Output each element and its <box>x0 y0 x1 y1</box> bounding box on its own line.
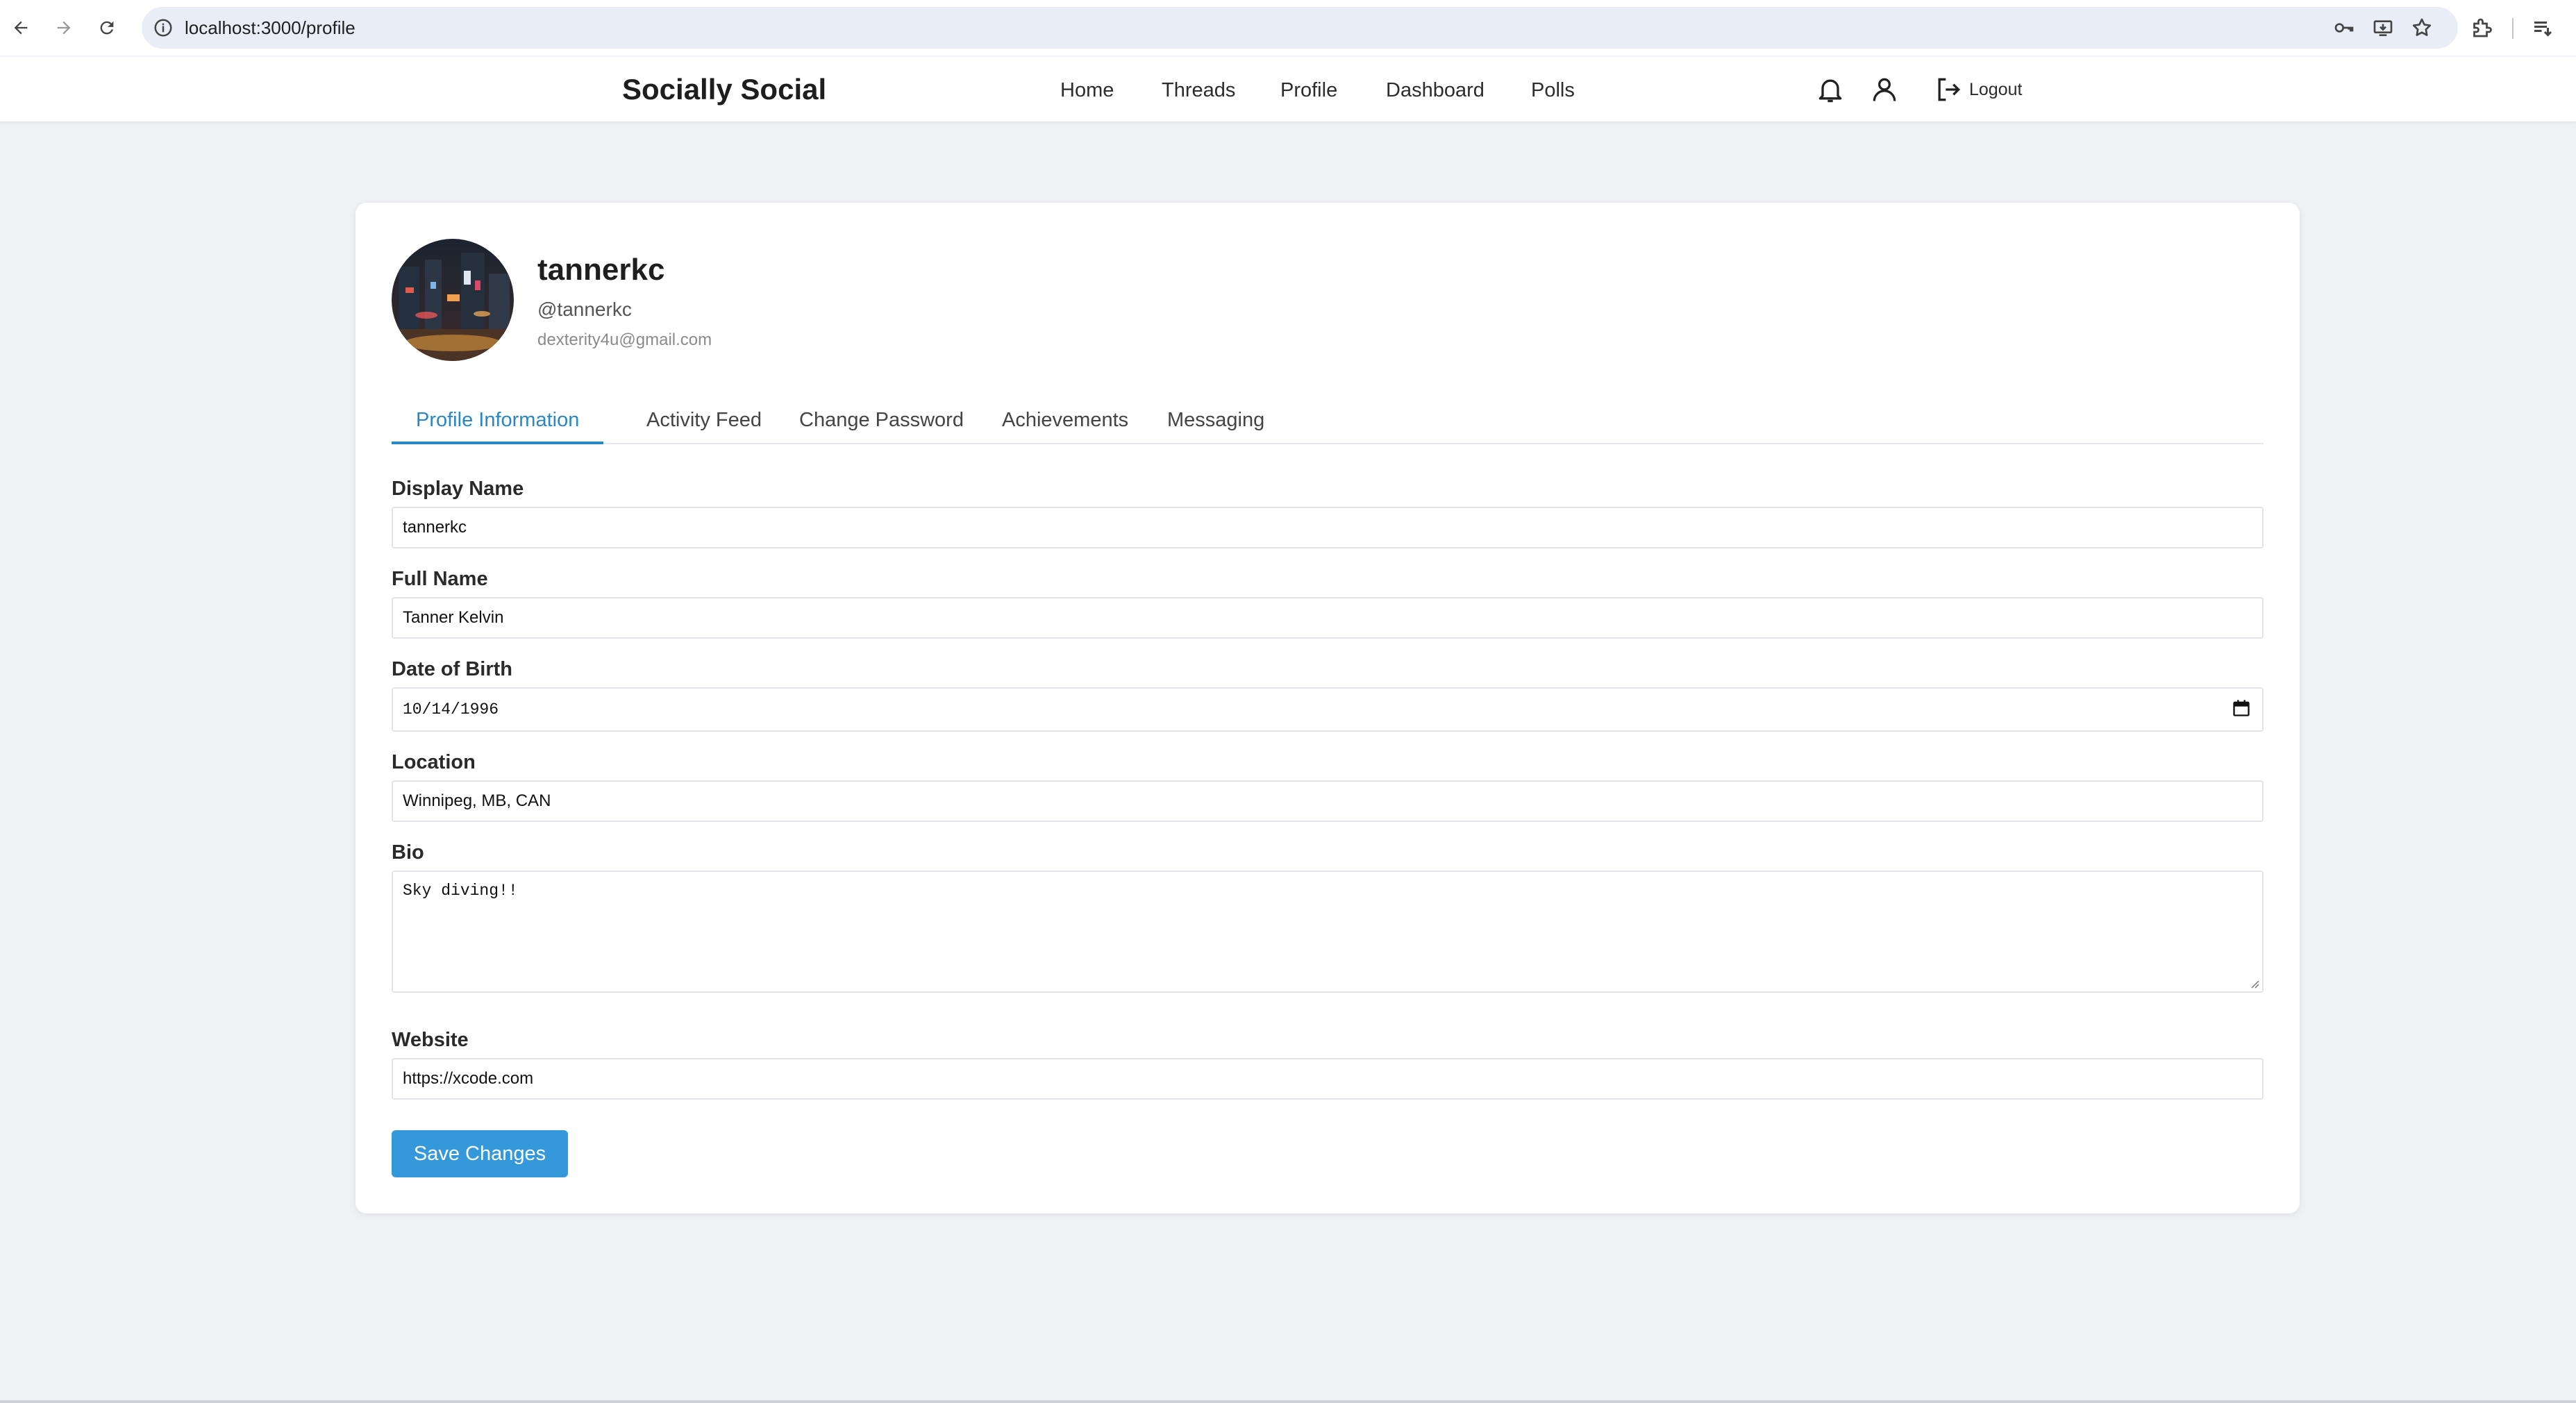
display-name-input[interactable]: tannerkc <box>392 507 2264 548</box>
location-input[interactable]: Winnipeg, MB, CAN <box>392 780 2264 822</box>
location-label: Location <box>392 751 476 773</box>
reading-list-icon[interactable] <box>2530 15 2555 40</box>
app-header: Socially Social Home Threads Profile Das… <box>0 57 2576 122</box>
bio-value: Sky diving!! <box>403 882 518 900</box>
browser-toolbar: localhost:3000/profile <box>0 0 2576 56</box>
logout-icon[interactable] <box>1933 74 1964 105</box>
tab-profile-information[interactable]: Profile Information <box>392 404 604 444</box>
toolbar-divider <box>2512 18 2514 39</box>
bookmark-star-icon[interactable] <box>2411 17 2433 39</box>
date-of-birth-value: 10/14/1996 <box>403 700 499 719</box>
profile-username: tannerkc <box>537 253 665 287</box>
install-app-icon[interactable] <box>2372 17 2394 39</box>
tab-messaging[interactable]: Messaging <box>1143 404 1289 444</box>
extensions-icon[interactable] <box>2469 15 2494 40</box>
address-bar[interactable]: localhost:3000/profile <box>142 7 2458 49</box>
logout-button[interactable]: Logout <box>1969 57 2022 122</box>
save-changes-button[interactable]: Save Changes <box>392 1130 568 1177</box>
nav-profile[interactable]: Profile <box>1280 57 1337 124</box>
tab-achievements[interactable]: Achievements <box>978 404 1153 444</box>
website-input[interactable]: https://xcode.com <box>392 1058 2264 1100</box>
window-bottom-edge <box>0 1400 2576 1403</box>
full-name-input[interactable]: Tanner Kelvin <box>392 597 2264 639</box>
reload-icon[interactable] <box>90 11 124 44</box>
calendar-icon[interactable] <box>2232 698 2251 718</box>
full-name-label: Full Name <box>392 568 488 590</box>
forward-icon[interactable] <box>47 11 81 44</box>
profile-handle: @tannerkc <box>537 299 632 320</box>
site-info-icon[interactable] <box>153 17 174 38</box>
tab-activity-feed[interactable]: Activity Feed <box>622 404 786 444</box>
date-of-birth-label: Date of Birth <box>392 658 512 680</box>
nav-dashboard[interactable]: Dashboard <box>1386 57 1484 124</box>
url-text[interactable]: localhost:3000/profile <box>185 7 356 49</box>
profile-email: dexterity4u@gmail.com <box>537 330 712 349</box>
tab-change-password[interactable]: Change Password <box>775 404 988 444</box>
password-key-icon[interactable] <box>2333 17 2355 39</box>
website-label: Website <box>392 1029 469 1051</box>
display-name-label: Display Name <box>392 478 524 500</box>
profile-tabs: Profile Information Activity Feed Change… <box>392 404 2264 444</box>
date-of-birth-input[interactable]: 10/14/1996 <box>392 687 2264 732</box>
bio-textarea[interactable]: Sky diving!! <box>392 871 2264 993</box>
user-account-icon[interactable] <box>1869 74 1900 105</box>
notification-bell-icon[interactable] <box>1815 74 1846 105</box>
brand-logo[interactable]: Socially Social <box>622 57 826 122</box>
nav-polls[interactable]: Polls <box>1531 57 1575 124</box>
bio-label: Bio <box>392 841 424 864</box>
resize-handle-icon[interactable] <box>2248 977 2259 989</box>
nav-threads[interactable]: Threads <box>1162 57 1235 124</box>
profile-card: tannerkc @tannerkc dexterity4u@gmail.com… <box>356 203 2300 1213</box>
nav-home[interactable]: Home <box>1060 57 1114 124</box>
avatar[interactable] <box>392 239 514 361</box>
back-icon[interactable] <box>4 11 37 44</box>
